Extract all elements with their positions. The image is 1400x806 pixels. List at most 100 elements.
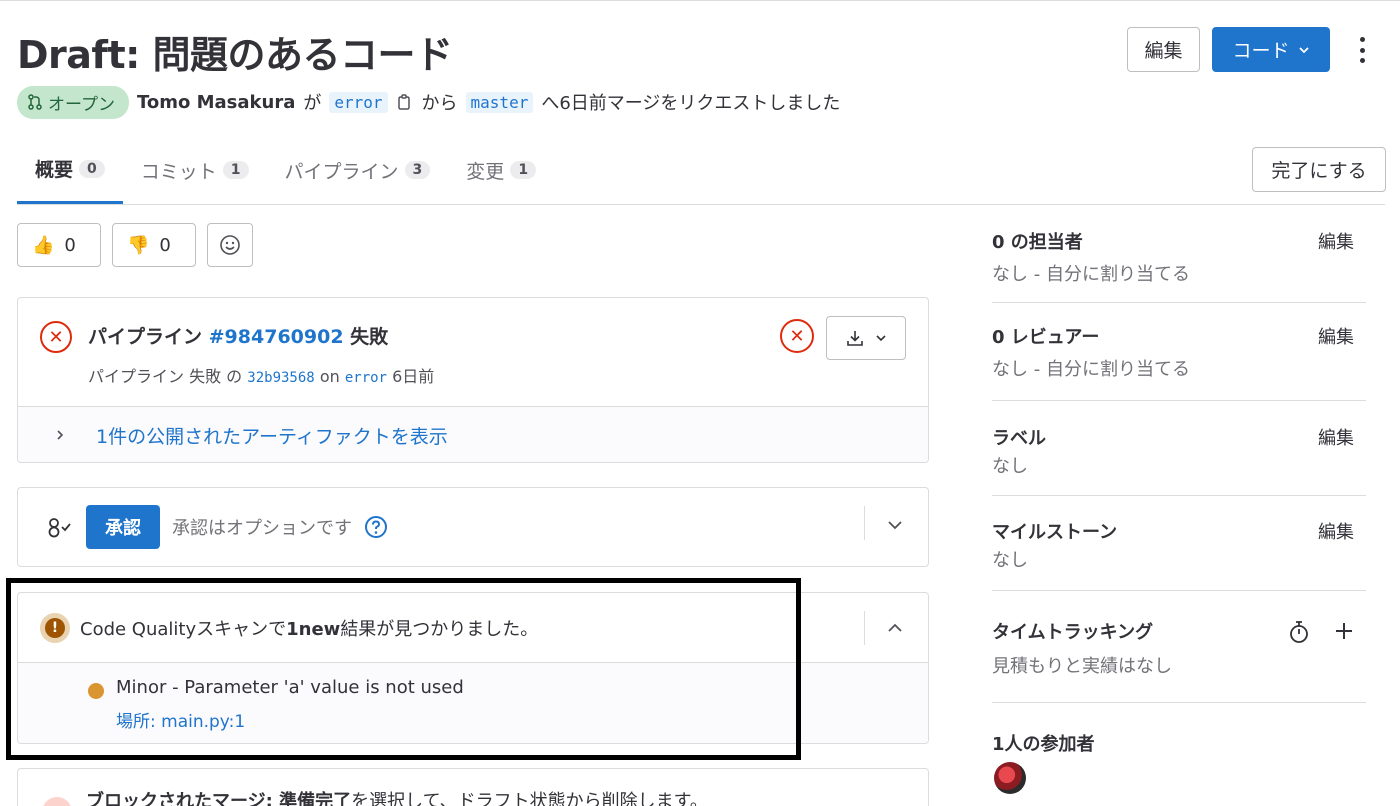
chevron-down-icon <box>876 335 886 342</box>
tab-label: 変更 <box>466 160 505 183</box>
approval-widget: 承認 承認はオプションです <box>17 487 929 567</box>
commit-link[interactable]: 32b93568 <box>247 370 314 386</box>
divider <box>992 702 1366 703</box>
blocked-text: ブロックされたマージ: 準備完了を選択して、ドラフト状態から削除します。 <box>86 787 708 806</box>
assignee-title: 0 の担当者 <box>992 232 1083 253</box>
tab-label: 概要 <box>35 159 74 181</box>
pipeline-sub-prefix: パイプライン 失敗 の <box>88 367 243 386</box>
tab-count: 0 <box>79 159 105 178</box>
approve-button[interactable]: 承認 <box>86 505 160 549</box>
target-branch[interactable]: master <box>465 91 534 113</box>
code-button-label: コード <box>1232 40 1290 62</box>
pipeline-id-link[interactable]: #984760902 <box>209 326 344 348</box>
add-reaction-button[interactable] <box>207 223 253 267</box>
sidebar-reviewers: 0 レビュアー なし - 自分に割り当てる 編集 <box>992 323 1366 381</box>
mark-as-done-button[interactable]: 完了にする <box>1252 147 1386 192</box>
tab-label: パイプライン <box>284 160 399 183</box>
milestone-edit-button[interactable]: 編集 <box>1318 518 1354 544</box>
tab-commits[interactable]: コミット 1 <box>123 146 267 194</box>
meta-ga: が <box>303 93 322 114</box>
pipeline-widget: ✕ パイプライン #984760902 失敗 パイプライン 失敗 の 32b93… <box>17 297 929 463</box>
code-dropdown-button[interactable]: コード <box>1212 27 1330 72</box>
reviewer-title: 0 レビュアー <box>992 327 1100 348</box>
labels-edit-button[interactable]: 編集 <box>1318 424 1354 450</box>
pipeline-time: 6日前 <box>392 367 435 386</box>
pipeline-title: パイプライン #984760902 失敗 <box>88 322 388 349</box>
mr-tabs: 概要 0 コミット 1 パイプライン 3 変更 1 <box>17 146 554 204</box>
divider <box>864 506 865 540</box>
divider <box>992 302 1366 303</box>
tab-overview[interactable]: 概要 0 <box>17 146 123 204</box>
labels-title: ラベル <box>992 428 1046 449</box>
chevron-right-icon <box>57 430 64 440</box>
merge-request-meta: オープン Tomo Masakura が error から master へ6日… <box>17 85 841 119</box>
merge-blocked-widget: ブロックされたマージ: 準備完了を選択して、ドラフト状態から削除します。 <box>17 768 929 806</box>
page-title: Draft: 問題のあるコード <box>17 33 453 77</box>
pipeline-prefix: パイプライン <box>88 326 203 348</box>
chevron-down-icon <box>1298 46 1309 53</box>
chevron-up-icon[interactable] <box>886 619 904 637</box>
milestone-value: なし <box>992 550 1028 571</box>
source-branch[interactable]: error <box>329 91 388 113</box>
reviewer-edit-button[interactable]: 編集 <box>1318 323 1354 349</box>
assign-yourself-link[interactable]: なし - 自分に割り当てる <box>992 260 1366 286</box>
stopwatch-icon[interactable] <box>1288 620 1310 644</box>
thumbs-down-button[interactable]: 👎 0 <box>112 223 196 267</box>
approval-check-icon <box>48 518 71 538</box>
tab-count: 1 <box>510 161 537 179</box>
author-name[interactable]: Tomo Masakura <box>137 92 295 113</box>
artifacts-row[interactable]: 1件の公開されたアーティファクトを表示 <box>18 406 928 462</box>
sidebar-time-tracking: タイムトラッキング 見積もりと実績はなし <box>992 618 1366 678</box>
sidebar-milestone: マイルストーン なし 編集 <box>992 518 1366 572</box>
divider <box>864 611 865 645</box>
merge-request-icon <box>28 94 42 110</box>
sidebar-assignees: 0 の担当者 なし - 自分に割り当てる 編集 <box>992 228 1366 286</box>
chevron-down-icon[interactable] <box>886 516 904 534</box>
thumbs-up-count: 0 <box>64 234 76 256</box>
tab-changes[interactable]: 変更 1 <box>448 146 554 194</box>
tab-pipelines[interactable]: パイプライン 3 <box>267 146 449 194</box>
divider <box>992 400 1366 401</box>
download-icon <box>847 331 863 346</box>
tabs-divider <box>17 204 1385 205</box>
assignee-edit-button[interactable]: 編集 <box>1318 228 1354 254</box>
assign-yourself-link[interactable]: なし - 自分に割り当てる <box>992 355 1366 381</box>
divider <box>992 590 1366 591</box>
meta-kara: から <box>421 93 458 114</box>
download-artifacts-button[interactable] <box>826 316 906 360</box>
edit-title-button[interactable]: 編集 <box>1127 27 1200 72</box>
top-border <box>0 0 1400 1</box>
failed-stage-icon[interactable]: ✕ <box>780 319 814 353</box>
status-badge: オープン <box>17 85 129 119</box>
pipeline-status: 失敗 <box>350 326 389 348</box>
blocked-rest: を選択して、ドラフト状態から削除します。 <box>351 791 708 806</box>
thumbs-up-icon: 👍 <box>32 234 55 256</box>
pipeline-failed-icon: ✕ <box>40 321 72 353</box>
tab-count: 3 <box>404 161 431 179</box>
participants-title: 1人の参加者 <box>992 734 1095 755</box>
highlight-annotation-box <box>6 578 801 760</box>
plus-icon[interactable] <box>1334 621 1354 641</box>
more-actions-kebab-icon[interactable] <box>1350 33 1374 67</box>
artifacts-link[interactable]: 1件の公開されたアーティファクトを表示 <box>96 422 448 449</box>
thumbs-up-button[interactable]: 👍 0 <box>17 223 101 267</box>
tab-count: 1 <box>222 161 249 179</box>
tab-label: コミット <box>140 160 217 183</box>
divider <box>992 495 1366 496</box>
pipeline-on: on <box>319 367 340 386</box>
branch-link[interactable]: error <box>345 370 387 386</box>
help-icon[interactable] <box>364 515 388 539</box>
blocked-status-icon <box>42 797 72 806</box>
labels-value: なし <box>992 456 1028 477</box>
pipeline-subtitle: パイプライン 失敗 の 32b93568 on error 6日前 <box>88 363 434 387</box>
smiley-icon <box>220 235 240 255</box>
milestone-title: マイルストーン <box>992 522 1118 543</box>
sidebar-participants: 1人の参加者 <box>992 730 1366 794</box>
blocked-bold: ブロックされたマージ: 準備完了 <box>86 791 352 806</box>
time-tracking-value: 見積もりと実績はなし <box>992 656 1172 677</box>
status-label: オープン <box>48 94 115 115</box>
meta-suffix: へ6日前マージをリクエストしました <box>541 93 841 114</box>
thumbs-down-count: 0 <box>159 234 171 256</box>
avatar[interactable] <box>994 762 1026 794</box>
copy-icon[interactable] <box>396 93 414 111</box>
